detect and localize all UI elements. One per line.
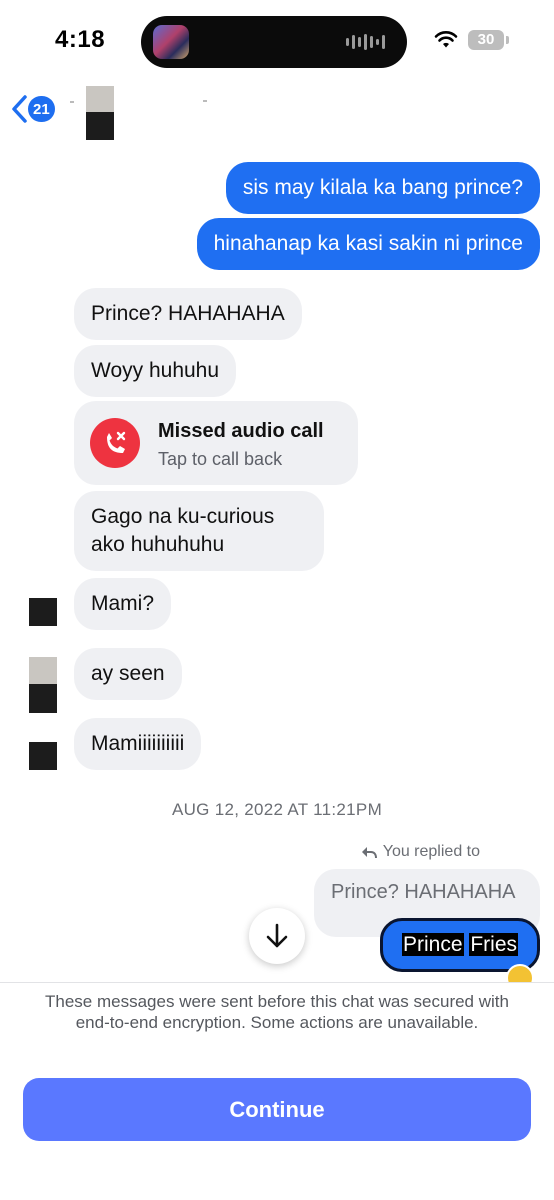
reaction-emoji-icon[interactable] (506, 964, 534, 984)
received-message[interactable]: Prince? HAHAHAHA (74, 288, 302, 340)
encryption-notice: These messages were sent before this cha… (45, 992, 509, 1032)
arrow-down-icon (266, 923, 288, 948)
now-playing-thumbnail (153, 25, 189, 59)
battery-indicator: 30 (468, 30, 504, 50)
scroll-to-bottom-button[interactable] (249, 908, 305, 964)
message-timestamp: AUG 12, 2022 AT 11:21PM (171, 800, 383, 819)
wifi-icon (434, 31, 458, 48)
unread-count-badge: 21 (28, 96, 55, 122)
header-artifact (70, 101, 74, 103)
received-message[interactable]: Mamiiiiiiiiii (74, 718, 202, 770)
header-artifact (203, 100, 207, 102)
back-button[interactable]: 21 (10, 92, 60, 126)
message-line: ako huhuhuhu (91, 533, 225, 556)
sent-message[interactable]: sis may kilala ka bang prince? (225, 162, 540, 214)
received-message[interactable]: Mami? (74, 578, 172, 630)
reply-label-text: You replied to (382, 843, 480, 860)
missed-call-title: Missed audio call (158, 420, 324, 442)
reply-text: Prince Fries (401, 933, 519, 957)
chevron-left-icon (12, 95, 27, 123)
dynamic-island (141, 16, 407, 68)
highlighted-word: Prince (401, 933, 464, 956)
highlighted-word: Fries (469, 933, 519, 956)
contact-avatar[interactable] (86, 86, 114, 140)
sender-avatar[interactable] (29, 742, 57, 770)
missed-call-card[interactable]: Missed audio call Tap to call back (74, 401, 358, 485)
message-line: Gago na ku-curious (91, 505, 275, 528)
audio-waveform-icon (346, 34, 385, 50)
sent-message[interactable]: hinahanap ka kasi sakin ni prince (196, 218, 540, 270)
reply-arrow-icon (361, 846, 377, 858)
reply-context: You replied to (361, 843, 480, 861)
status-bar: 4:18 30 (0, 0, 554, 80)
received-message[interactable]: Woyy huhuhu (74, 345, 237, 397)
read-receipt-avatar (29, 657, 57, 713)
received-message[interactable]: ay seen (74, 648, 182, 700)
battery-cap (506, 36, 509, 44)
status-time: 4:18 (55, 26, 106, 53)
continue-button[interactable]: Continue (23, 1078, 531, 1141)
received-message[interactable]: Gago na ku-curious ako huhuhuhu (74, 491, 324, 571)
call-back-hint: Tap to call back (158, 449, 283, 469)
sender-avatar[interactable] (29, 598, 57, 626)
missed-call-icon (90, 418, 140, 468)
